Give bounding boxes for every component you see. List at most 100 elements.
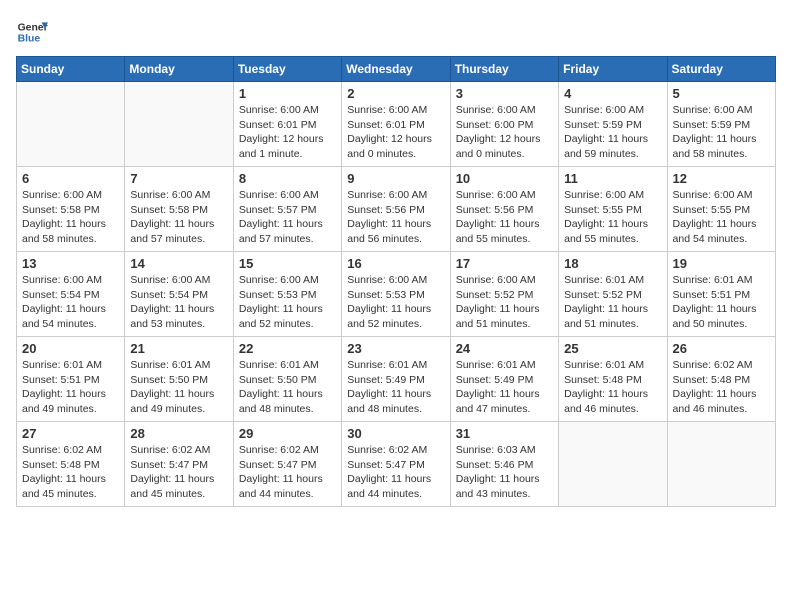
calendar-cell — [559, 422, 667, 507]
weekday-header: Saturday — [667, 57, 775, 82]
header: General Blue — [16, 16, 776, 48]
calendar-cell — [17, 82, 125, 167]
day-info: Sunrise: 6:00 AM Sunset: 5:53 PM Dayligh… — [347, 273, 444, 332]
day-info: Sunrise: 6:01 AM Sunset: 5:51 PM Dayligh… — [673, 273, 770, 332]
calendar-week: 6 Sunrise: 6:00 AM Sunset: 5:58 PM Daylig… — [17, 167, 776, 252]
day-number: 9 — [347, 171, 444, 186]
calendar-cell: 4Sunrise: 6:00 AM Sunset: 5:59 PM Daylig… — [559, 82, 667, 167]
day-info: Sunrise: 6:00 AM Sunset: 5:56 PM Dayligh… — [456, 188, 553, 247]
day-number: 22 — [239, 341, 336, 356]
day-info: Sunrise: 6:00 AM Sunset: 5:56 PM Dayligh… — [347, 188, 444, 247]
day-info: Sunrise: 6:00 AM Sunset: 5:55 PM Dayligh… — [673, 188, 770, 247]
day-info: Sunrise: 6:02 AM Sunset: 5:47 PM Dayligh… — [239, 443, 336, 502]
day-number: 3 — [456, 86, 553, 101]
day-number: 6 — [22, 171, 119, 186]
calendar-cell: 17Sunrise: 6:00 AM Sunset: 5:52 PM Dayli… — [450, 252, 558, 337]
calendar-cell: 30 Sunrise: 6:02 AM Sunset: 5:47 PM Dayli… — [342, 422, 450, 507]
day-info: Sunrise: 6:02 AM Sunset: 5:48 PM Dayligh… — [673, 358, 770, 417]
calendar-cell: 7 Sunrise: 6:00 AM Sunset: 5:58 PM Daylig… — [125, 167, 233, 252]
day-info: Sunrise: 6:00 AM Sunset: 5:54 PM Dayligh… — [130, 273, 227, 332]
calendar-cell: 27 Sunrise: 6:02 AM Sunset: 5:48 PM Dayli… — [17, 422, 125, 507]
calendar-cell: 13Sunrise: 6:00 AM Sunset: 5:54 PM Dayli… — [17, 252, 125, 337]
day-info: Sunrise: 6:00 AM Sunset: 5:55 PM Dayligh… — [564, 188, 661, 247]
day-number: 19 — [673, 256, 770, 271]
calendar-cell: 9 Sunrise: 6:00 AM Sunset: 5:56 PM Daylig… — [342, 167, 450, 252]
calendar-cell: 1 Sunrise: 6:00 AM Sunset: 6:01 PM Daylig… — [233, 82, 341, 167]
calendar-week: 27 Sunrise: 6:02 AM Sunset: 5:48 PM Dayli… — [17, 422, 776, 507]
day-info: Sunrise: 6:02 AM Sunset: 5:47 PM Dayligh… — [347, 443, 444, 502]
calendar-week: 20Sunrise: 6:01 AM Sunset: 5:51 PM Dayli… — [17, 337, 776, 422]
calendar-week: 13 Sunrise: 6:00 AM Sunset: 5:54 PM Dayli… — [17, 252, 776, 337]
calendar-cell: 26Sunrise: 6:02 AM Sunset: 5:48 PM Dayli… — [667, 337, 775, 422]
day-info: Sunrise: 6:00 AM Sunset: 5:59 PM Dayligh… — [564, 103, 661, 162]
day-info: Sunrise: 6:02 AM Sunset: 5:47 PM Dayligh… — [130, 443, 227, 502]
calendar-cell: 29 Sunrise: 6:02 AM Sunset: 5:47 PM Dayli… — [233, 422, 341, 507]
calendar-cell: 24 Sunrise: 6:01 AM Sunset: 5:49 PM Dayli… — [450, 337, 558, 422]
day-number: 7 — [130, 171, 227, 186]
day-number: 14 — [130, 256, 227, 271]
day-number: 13 — [22, 256, 119, 271]
calendar-cell: 10 Sunrise: 6:00 AM Sunset: 5:56 PM Dayli… — [450, 167, 558, 252]
calendar-cell: 19 Sunrise: 6:01 AM Sunset: 5:51 PM Dayli… — [667, 252, 775, 337]
day-info: Sunrise: 6:00 AM Sunset: 5:57 PM Dayligh… — [239, 188, 336, 247]
day-info: Sunrise: 6:00 AM Sunset: 5:58 PM Dayligh… — [22, 188, 119, 247]
day-info: Sunrise: 6:01 AM Sunset: 5:52 PM Dayligh… — [564, 273, 661, 332]
day-info: Sunrise: 6:02 AM Sunset: 5:48 PM Dayligh… — [22, 443, 119, 502]
day-number: 29 — [239, 426, 336, 441]
day-number: 24 — [456, 341, 553, 356]
day-number: 10 — [456, 171, 553, 186]
calendar-cell: 18 Sunrise: 6:01 AM Sunset: 5:52 PM Dayli… — [559, 252, 667, 337]
day-number: 8 — [239, 171, 336, 186]
day-number: 23 — [347, 341, 444, 356]
logo-icon: General Blue — [16, 16, 48, 48]
day-number: 5 — [673, 86, 770, 101]
calendar-week: 1 Sunrise: 6:00 AM Sunset: 6:01 PM Daylig… — [17, 82, 776, 167]
day-info: Sunrise: 6:00 AM Sunset: 5:58 PM Dayligh… — [130, 188, 227, 247]
day-info: Sunrise: 6:01 AM Sunset: 5:49 PM Dayligh… — [347, 358, 444, 417]
calendar-cell: 23 Sunrise: 6:01 AM Sunset: 5:49 PM Dayli… — [342, 337, 450, 422]
calendar-cell: 11 Sunrise: 6:00 AM Sunset: 5:55 PM Dayli… — [559, 167, 667, 252]
calendar-cell: 2Sunrise: 6:00 AM Sunset: 6:01 PM Daylig… — [342, 82, 450, 167]
day-number: 15 — [239, 256, 336, 271]
weekday-header: Friday — [559, 57, 667, 82]
calendar-cell — [667, 422, 775, 507]
calendar-cell: 12Sunrise: 6:00 AM Sunset: 5:55 PM Dayli… — [667, 167, 775, 252]
weekday-header: Tuesday — [233, 57, 341, 82]
calendar-cell: 15 Sunrise: 6:00 AM Sunset: 5:53 PM Dayli… — [233, 252, 341, 337]
day-info: Sunrise: 6:00 AM Sunset: 5:53 PM Dayligh… — [239, 273, 336, 332]
calendar-cell: 25 Sunrise: 6:01 AM Sunset: 5:48 PM Dayli… — [559, 337, 667, 422]
logo: General Blue — [16, 16, 48, 48]
weekday-header: Sunday — [17, 57, 125, 82]
day-number: 28 — [130, 426, 227, 441]
day-info: Sunrise: 6:01 AM Sunset: 5:49 PM Dayligh… — [456, 358, 553, 417]
calendar-cell: 5 Sunrise: 6:00 AM Sunset: 5:59 PM Daylig… — [667, 82, 775, 167]
day-info: Sunrise: 6:00 AM Sunset: 6:01 PM Dayligh… — [239, 103, 336, 162]
day-number: 30 — [347, 426, 444, 441]
day-number: 25 — [564, 341, 661, 356]
svg-text:Blue: Blue — [18, 34, 41, 45]
calendar: SundayMondayTuesdayWednesdayThursdayFrid… — [16, 56, 776, 507]
calendar-cell: 6 Sunrise: 6:00 AM Sunset: 5:58 PM Daylig… — [17, 167, 125, 252]
day-number: 31 — [456, 426, 553, 441]
calendar-cell: 8 Sunrise: 6:00 AM Sunset: 5:57 PM Daylig… — [233, 167, 341, 252]
calendar-cell: 20Sunrise: 6:01 AM Sunset: 5:51 PM Dayli… — [17, 337, 125, 422]
day-info: Sunrise: 6:03 AM Sunset: 5:46 PM Dayligh… — [456, 443, 553, 502]
weekday-header: Thursday — [450, 57, 558, 82]
day-info: Sunrise: 6:00 AM Sunset: 5:59 PM Dayligh… — [673, 103, 770, 162]
day-number: 11 — [564, 171, 661, 186]
weekday-header: Monday — [125, 57, 233, 82]
day-number: 21 — [130, 341, 227, 356]
calendar-cell: 3Sunrise: 6:00 AM Sunset: 6:00 PM Daylig… — [450, 82, 558, 167]
day-info: Sunrise: 6:01 AM Sunset: 5:51 PM Dayligh… — [22, 358, 119, 417]
day-number: 27 — [22, 426, 119, 441]
day-info: Sunrise: 6:00 AM Sunset: 6:01 PM Dayligh… — [347, 103, 444, 162]
day-info: Sunrise: 6:01 AM Sunset: 5:50 PM Dayligh… — [130, 358, 227, 417]
day-info: Sunrise: 6:01 AM Sunset: 5:48 PM Dayligh… — [564, 358, 661, 417]
day-number: 18 — [564, 256, 661, 271]
day-number: 17 — [456, 256, 553, 271]
calendar-cell: 21 Sunrise: 6:01 AM Sunset: 5:50 PM Dayli… — [125, 337, 233, 422]
day-info: Sunrise: 6:01 AM Sunset: 5:50 PM Dayligh… — [239, 358, 336, 417]
calendar-cell: 16Sunrise: 6:00 AM Sunset: 5:53 PM Dayli… — [342, 252, 450, 337]
calendar-cell: 28 Sunrise: 6:02 AM Sunset: 5:47 PM Dayli… — [125, 422, 233, 507]
day-number: 1 — [239, 86, 336, 101]
